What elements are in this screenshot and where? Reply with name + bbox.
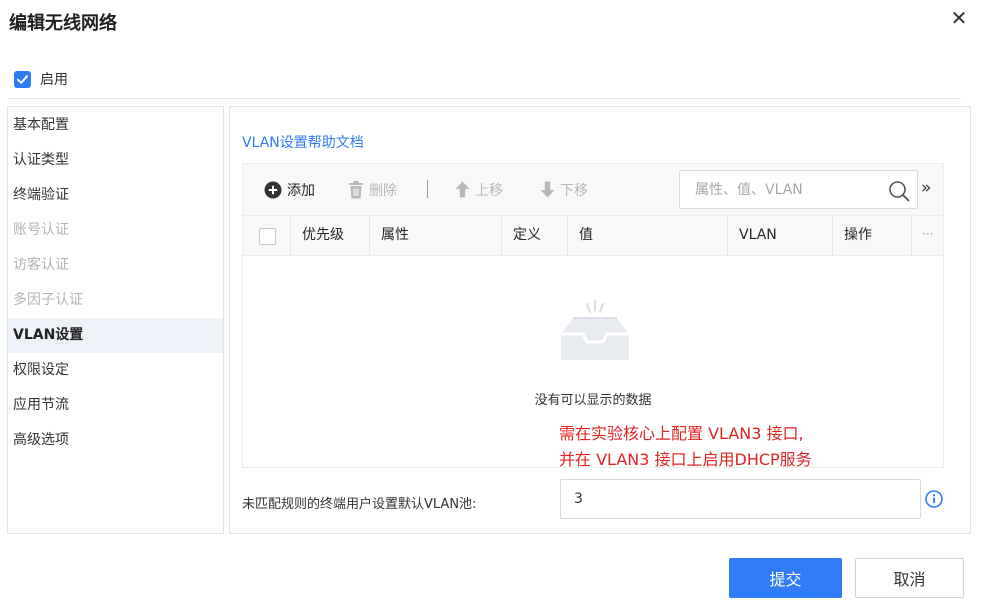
delete-button[interactable]: 删除 [348,164,397,215]
arrow-down-icon [540,181,555,198]
add-label: 添加 [287,182,315,199]
column-divider [832,216,833,255]
move-up-label: 上移 [475,182,503,199]
sidebar-item-vlan-settings[interactable]: VLAN设置 [8,318,223,353]
empty-state-text: 没有可以显示的数据 [534,393,652,408]
annotation-line: 并在 VLAN3 接口上启用DHCP服务 [559,450,812,469]
cancel-button[interactable]: 取消 [855,558,964,598]
enable-toggle[interactable]: 启用 [14,70,68,88]
sidebar-item-mfa: 多因子认证 [13,292,83,308]
search-box [679,170,918,209]
vlan-rules-table: 添加 删除 上移 下移 属性、值、VLAN » 优先级 属性 定义 值 VLAN… [242,163,944,469]
divider [9,98,961,99]
double-chevron-right-icon[interactable]: » [921,178,931,198]
info-icon[interactable] [925,490,943,512]
column-header-actions[interactable]: 操作 [844,216,872,255]
sidebar-item-terminal-verify[interactable]: 终端验证 [8,178,223,213]
delete-label: 删除 [369,182,397,199]
arrow-up-icon [455,181,470,198]
sidebar-item-guest-auth: 访客认证 [13,257,69,273]
column-divider [911,216,912,255]
search-input[interactable] [695,181,875,199]
table-header: 优先级 属性 定义 值 VLAN 操作 ··· [243,215,943,256]
column-divider [501,216,502,255]
column-header-attribute[interactable]: 属性 [381,216,409,255]
sidebar-item-permissions[interactable]: 权限设定 [8,353,223,388]
annotation-line: 需在实验核心上配置 VLAN3 接口, [559,424,804,443]
sidebar-item-auth-type[interactable]: 认证类型 [8,143,223,178]
red-annotation: 需在实验核心上配置 VLAN3 接口, 并在 VLAN3 接口上启用DHCP服务 [559,421,812,473]
plus-circle-icon [264,181,282,199]
search-icon[interactable] [888,180,910,206]
add-button[interactable]: 添加 [264,164,315,215]
move-down-label: 下移 [560,182,588,199]
sidebar: 基本配置 认证类型 终端验证 账号认证 访客认证 多因子认证 VLAN设置 权限… [7,106,224,534]
column-divider [567,216,568,255]
enable-label: 启用 [40,72,68,88]
sidebar-item-account-auth: 账号认证 [13,222,69,238]
table-toolbar: 添加 删除 上移 下移 属性、值、VLAN » [243,164,943,215]
move-down-button[interactable]: 下移 [540,164,588,215]
column-settings-more-icon[interactable]: ··· [922,216,933,255]
default-vlan-pool-input[interactable] [560,479,921,519]
default-vlan-pool-label: 未匹配规则的终端用户设置默认VLAN池: [242,497,477,512]
column-divider [290,216,291,255]
dialog-title: 编辑无线网络 [9,13,117,34]
vlan-help-link[interactable]: VLAN设置帮助文档 [242,132,364,152]
column-divider [369,216,370,255]
select-all-checkbox[interactable] [259,228,276,245]
column-header-definition[interactable]: 定义 [513,216,541,255]
trash-icon [348,180,364,199]
move-up-button[interactable]: 上移 [455,164,503,215]
submit-button[interactable]: 提交 [729,558,842,598]
sidebar-item-basic-config[interactable]: 基本配置 [8,108,223,143]
toolbar-separator [427,180,428,198]
sidebar-item-app-throttle[interactable]: 应用节流 [8,388,223,423]
column-header-value[interactable]: 值 [579,216,593,255]
column-header-priority[interactable]: 优先级 [302,216,344,255]
column-header-vlan[interactable]: VLAN [739,216,777,255]
empty-inbox-icon [559,298,631,370]
sidebar-item-advanced[interactable]: 高级选项 [8,423,223,458]
close-icon[interactable]: ✕ [948,6,970,30]
vlan-settings-panel: VLAN设置帮助文档 添加 删除 上移 下移 属性、值、VLAN » 优先级 属… [229,106,971,534]
checkbox-checked-icon[interactable] [14,70,31,88]
column-divider [727,216,728,255]
